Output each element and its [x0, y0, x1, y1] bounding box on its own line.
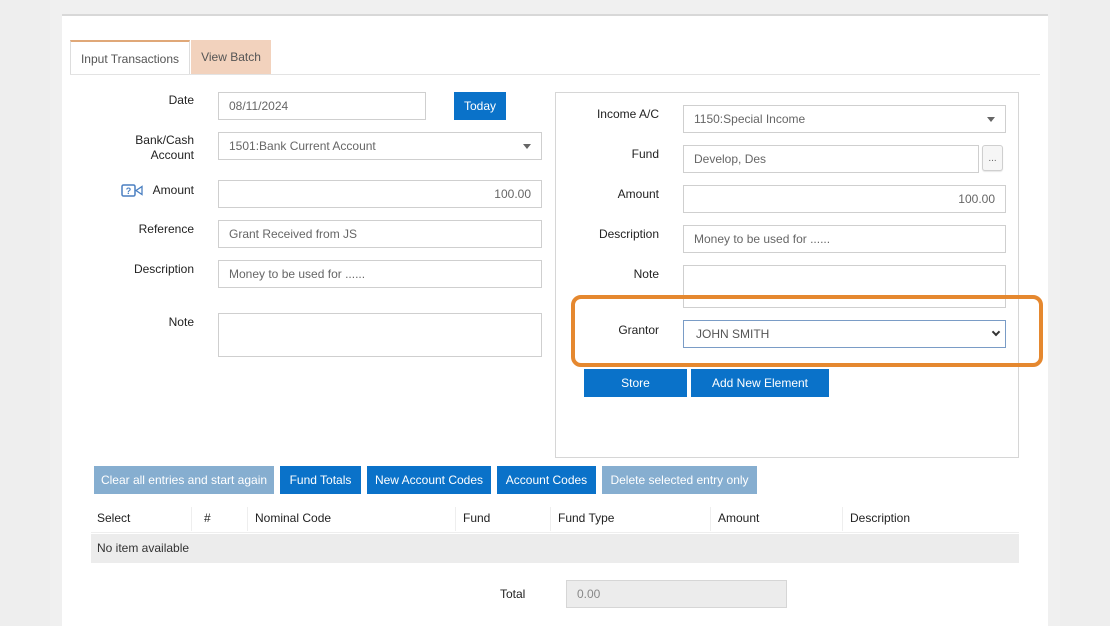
date-input[interactable]: 08/11/2024 [218, 92, 426, 120]
right-description-label: Description [598, 227, 659, 241]
income-ac-value: 1150:Special Income [694, 112, 806, 126]
note-label: Note [168, 315, 194, 329]
description-input[interactable]: Money to be used for ...... [218, 260, 542, 288]
column-header-select[interactable]: Select [97, 503, 130, 533]
fund-label: Fund [631, 147, 659, 161]
account-codes-button[interactable]: Account Codes [497, 466, 596, 494]
reference-label: Reference [138, 222, 194, 236]
reference-input[interactable]: Grant Received from JS [218, 220, 542, 248]
right-amount-input[interactable]: 100.00 [683, 185, 1006, 213]
date-label: Date [168, 93, 194, 107]
clear-all-button[interactable]: Clear all entries and start again [94, 466, 274, 494]
column-header-number[interactable]: # [204, 503, 211, 533]
right-note-label: Note [633, 267, 659, 281]
tab-input-transactions[interactable]: Input Transactions [70, 40, 190, 74]
add-new-element-button[interactable]: Add New Element [691, 369, 829, 397]
caret-down-icon [987, 117, 995, 122]
background-left [0, 0, 50, 626]
amount-label: Amount [152, 183, 194, 197]
tab-view-batch[interactable]: View Batch [191, 40, 271, 74]
column-header-description[interactable]: Description [850, 503, 910, 533]
video-help-icon[interactable]: ? [121, 184, 143, 197]
bank-account-label: Bank/Cash Account [120, 133, 194, 163]
today-button[interactable]: Today [454, 92, 506, 120]
total-value-field: 0.00 [566, 580, 787, 608]
bank-label-line2: Account [150, 148, 194, 162]
store-button[interactable]: Store [584, 369, 687, 397]
column-divider [455, 507, 456, 531]
tabs-divider [70, 74, 1040, 75]
table-empty-row: No item available [91, 534, 1019, 563]
column-header-fund[interactable]: Fund [463, 503, 490, 533]
column-divider [247, 507, 248, 531]
svg-text:?: ? [126, 186, 132, 196]
column-divider [842, 507, 843, 531]
income-ac-select[interactable]: 1150:Special Income [683, 105, 1006, 133]
bank-label-line1: Bank/Cash [135, 133, 194, 147]
column-header-nominal-code[interactable]: Nominal Code [255, 503, 331, 533]
bank-account-value: 1501:Bank Current Account [229, 139, 376, 153]
column-header-amount[interactable]: Amount [718, 503, 759, 533]
income-ac-label: Income A/C [596, 107, 659, 121]
column-divider [710, 507, 711, 531]
column-divider [191, 507, 192, 531]
column-divider [550, 507, 551, 531]
right-amount-label: Amount [617, 187, 659, 201]
caret-down-icon [523, 144, 531, 149]
note-textarea[interactable] [218, 313, 542, 357]
total-label: Total [500, 587, 526, 601]
table-header: Select # Nominal Code Fund Fund Type Amo… [91, 503, 1019, 533]
right-description-input[interactable]: Money to be used for ...... [683, 225, 1006, 253]
amount-input[interactable]: 100.00 [218, 180, 542, 208]
fund-lookup-button[interactable]: ... [982, 145, 1003, 171]
delete-selected-button[interactable]: Delete selected entry only [602, 466, 757, 494]
column-header-fund-type[interactable]: Fund Type [558, 503, 614, 533]
new-account-codes-button[interactable]: New Account Codes [367, 466, 491, 494]
grantor-highlight-annotation [571, 295, 1043, 367]
fund-input[interactable]: Develop, Des [683, 145, 979, 173]
fund-totals-button[interactable]: Fund Totals [280, 466, 361, 494]
description-label: Description [133, 262, 194, 276]
background-right [1060, 0, 1110, 626]
bank-account-select[interactable]: 1501:Bank Current Account [218, 132, 542, 160]
